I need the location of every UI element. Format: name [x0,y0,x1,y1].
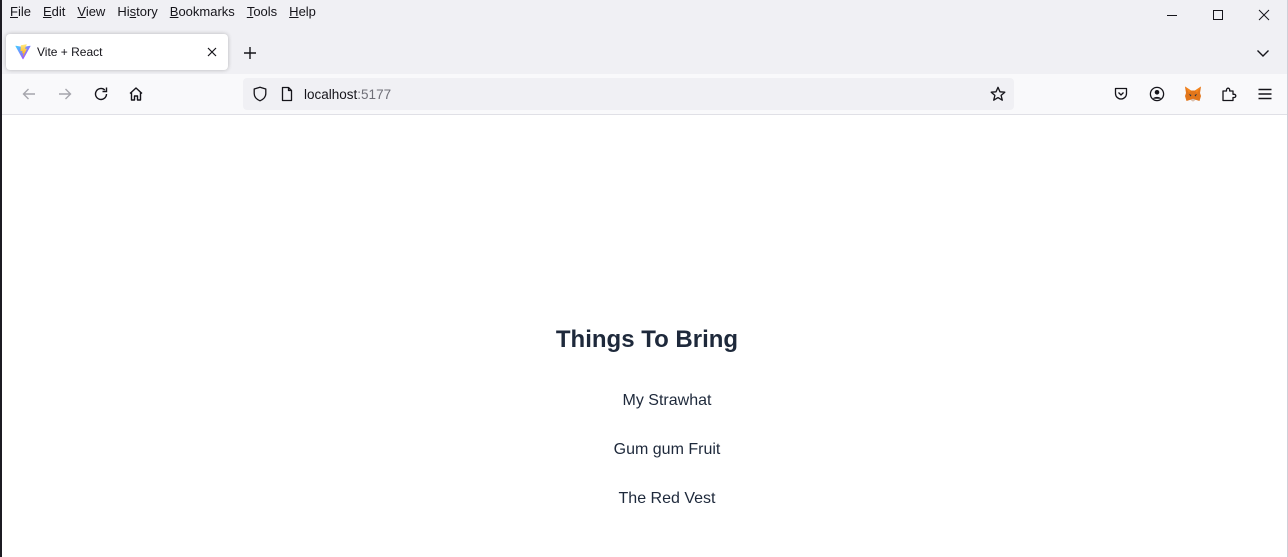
menu-bar: File Edit View History Bookmarks Tools H… [2,0,1287,26]
reload-icon [94,87,108,101]
account-icon [1149,86,1165,102]
list-item: My Strawhat [622,392,712,409]
page-icon [281,86,293,102]
shield-icon [253,86,267,102]
things-list: My Strawhat Gum gum Fruit The Red Vest [2,391,1287,538]
url-host: localhost [304,86,358,102]
tracking-protection-button[interactable] [252,86,268,102]
address-bar[interactable]: localhost:5177 [243,78,1014,110]
menu-tools[interactable]: Tools [241,0,283,26]
plus-icon [244,47,256,59]
new-tab-button[interactable] [238,41,262,65]
list-item: Gum gum Fruit [613,441,721,458]
chevron-down-icon [1257,50,1269,57]
menu-help[interactable]: Help [283,0,322,26]
url-port: :5177 [357,86,392,102]
tab-title: Vite + React [37,45,103,59]
menu-file[interactable]: File [4,0,37,26]
forward-arrow-icon [59,88,72,100]
home-button[interactable] [122,80,150,108]
site-info-button[interactable] [279,86,295,102]
forward-button[interactable] [51,80,79,108]
close-icon [1258,9,1270,21]
navigation-toolbar: localhost:5177 [2,74,1287,115]
menu-view[interactable]: View [71,0,111,26]
pocket-icon [1114,87,1128,100]
close-icon [207,47,217,57]
tab-close-button[interactable] [204,44,220,60]
hamburger-menu-icon [1258,88,1272,100]
maximize-icon [1213,10,1223,20]
list-all-tabs-button[interactable] [1251,41,1275,65]
menu-edit[interactable]: Edit [37,0,71,26]
pocket-button[interactable] [1107,80,1135,108]
url-text[interactable]: localhost:5177 [304,87,391,102]
page-heading: Things To Bring [555,326,739,353]
bookmark-star-button[interactable] [988,84,1008,104]
home-icon [129,87,143,101]
minimize-icon [1167,15,1177,16]
tab-vite-react[interactable]: Vite + React [6,34,228,70]
puzzle-piece-icon [1222,87,1237,102]
account-button[interactable] [1143,80,1171,108]
browser-window: File Edit View History Bookmarks Tools H… [0,0,1288,557]
vite-logo-icon [15,44,31,60]
extensions-button[interactable] [1215,80,1243,108]
reload-button[interactable] [87,80,115,108]
back-button[interactable] [15,80,43,108]
list-item: The Red Vest [618,490,716,507]
metamask-extension-button[interactable] [1179,80,1207,108]
star-icon [990,86,1006,101]
tab-strip: Vite + React [2,26,1287,74]
app-menu-button[interactable] [1251,80,1279,108]
menu-history[interactable]: History [111,0,163,26]
metamask-fox-icon [1185,86,1201,102]
menu-bookmarks[interactable]: Bookmarks [164,0,241,26]
back-arrow-icon [22,88,35,100]
page-viewport: Things To Bring My Strawhat Gum gum Frui… [2,115,1287,557]
